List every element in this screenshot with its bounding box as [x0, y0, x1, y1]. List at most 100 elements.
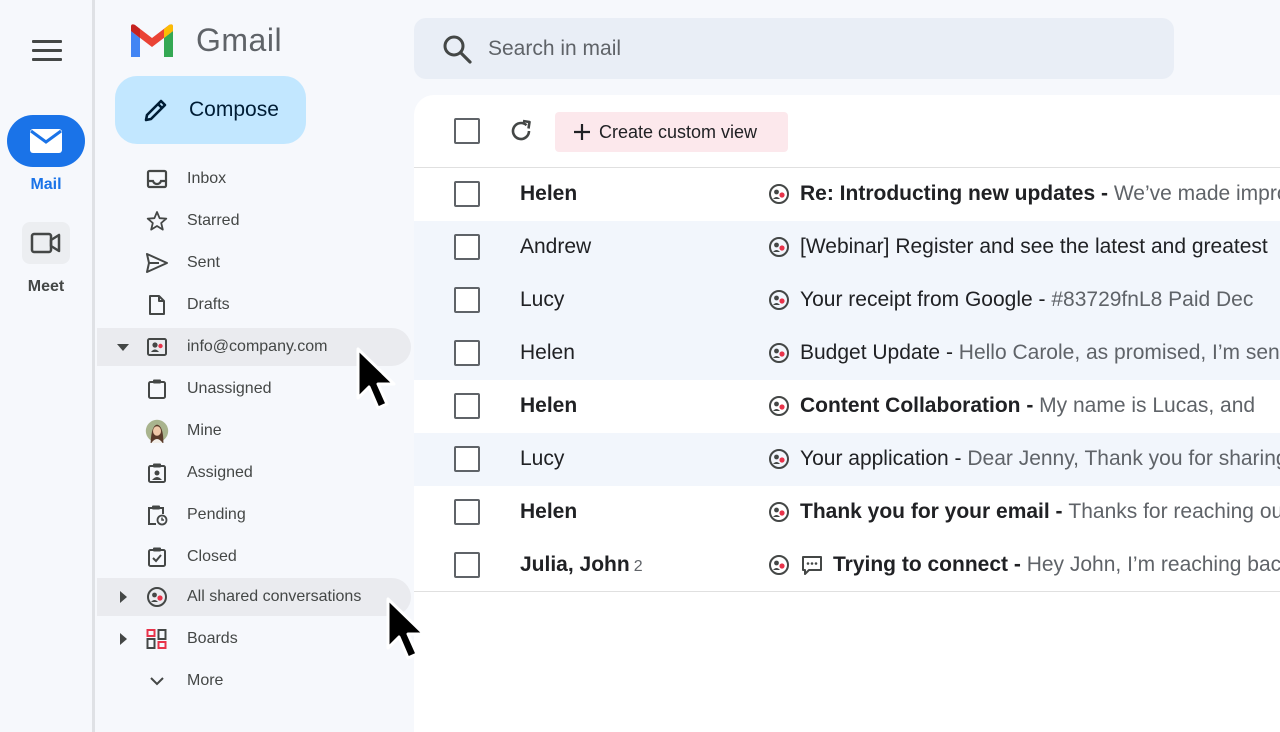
email-sender-names: Julia, John: [520, 553, 630, 576]
sidebar-item-shared-inbox[interactable]: info@company.com: [97, 328, 411, 366]
email-subject-line: Thank you for your email - Thanks for re…: [800, 500, 1280, 524]
email-snippet: We’ve made improvements: [1113, 182, 1280, 205]
assigned-icon: [145, 461, 169, 485]
sidebar-item-sent[interactable]: Sent: [97, 242, 413, 284]
email-row[interactable]: Helen Thank you for your email - Thanks …: [414, 486, 1280, 539]
select-all-checkbox[interactable]: [454, 118, 480, 144]
sidebar-item-label: All shared conversations: [187, 588, 362, 605]
email-row[interactable]: Andrew [Webinar] Register and see the la…: [414, 221, 1280, 274]
shared-conversation-icon: [769, 343, 789, 363]
email-sender: Lucy: [520, 288, 565, 311]
email-snippet: My name is Lucas, and: [1039, 394, 1256, 417]
sidebar-item-drafts[interactable]: Drafts: [97, 284, 413, 326]
sidebar-item-label: info@company.com: [187, 338, 328, 355]
email-row[interactable]: Helen Re: Introducting new updates - We’…: [414, 168, 1280, 221]
email-subject: Your application: [800, 447, 949, 470]
email-sender: Helen: [520, 394, 578, 417]
closed-icon: [145, 545, 169, 569]
pending-icon: [145, 503, 169, 527]
main-menu-icon[interactable]: [32, 40, 62, 62]
meet-app-button[interactable]: [22, 222, 70, 264]
row-checkbox[interactable]: [454, 499, 480, 525]
star-icon: [145, 209, 169, 233]
sidebar-item-label: Closed: [187, 548, 237, 565]
email-subject: Thank you for your email: [800, 500, 1050, 523]
sidebar-item-starred[interactable]: Starred: [97, 200, 413, 242]
avatar: [145, 419, 169, 443]
app-rail: Mail Meet: [0, 0, 95, 732]
chevron-down-icon: [149, 673, 165, 689]
email-subject-line: Content Collaboration - My name is Lucas…: [800, 394, 1255, 418]
sidebar-item-label: Pending: [187, 506, 246, 523]
email-subject-line: [Webinar] Register and see the latest an…: [800, 235, 1268, 259]
row-checkbox[interactable]: [454, 552, 480, 578]
draft-icon: [145, 293, 169, 317]
email-separator: -: [948, 447, 968, 470]
row-checkbox[interactable]: [454, 446, 480, 472]
shared-conversation-icon: [769, 502, 789, 522]
inbox-icon: [145, 167, 169, 191]
shared-conversation-icon: [769, 290, 789, 310]
gmail-wordmark: Gmail: [196, 22, 283, 58]
sidebar-item-label: Assigned: [187, 464, 253, 481]
refresh-icon[interactable]: [507, 117, 535, 145]
row-checkbox[interactable]: [454, 234, 480, 260]
row-checkbox[interactable]: [454, 340, 480, 366]
compose-button[interactable]: Compose: [115, 76, 306, 144]
email-subject: Content Collaboration: [800, 394, 1021, 417]
sidebar-item-label: Unassigned: [187, 380, 272, 397]
list-toolbar: Create custom view: [414, 95, 1280, 168]
email-sender: Andrew: [520, 235, 592, 258]
sidebar-nav: Inbox Starred Sent Drafts info@company.c…: [97, 158, 413, 702]
gmail-m-icon: [131, 23, 173, 57]
mail-app-button[interactable]: [7, 115, 85, 167]
shared-conversation-icon: [769, 237, 789, 257]
expand-caret-icon[interactable]: [115, 589, 131, 605]
sidebar-item-inbox[interactable]: Inbox: [97, 158, 413, 200]
search-bar[interactable]: [414, 18, 1174, 79]
search-icon[interactable]: [440, 32, 474, 66]
sidebar-item-label: Boards: [187, 630, 238, 647]
email-snippet: Hey John, I’m reaching back: [1026, 553, 1280, 576]
comment-icon: [802, 556, 822, 575]
email-subject: Your receipt from Google: [800, 288, 1033, 311]
email-row[interactable]: Helen Budget Update - Hello Carole, as p…: [414, 327, 1280, 380]
email-subject-line: Re: Introducting new updates - We’ve mad…: [800, 182, 1280, 206]
email-row[interactable]: Lucy Your application - Dear Jenny, Than…: [414, 433, 1280, 486]
shared-conversation-icon: [769, 184, 789, 204]
sidebar-item-assigned[interactable]: Assigned: [97, 452, 413, 494]
collapse-caret-icon[interactable]: [115, 339, 131, 355]
row-checkbox[interactable]: [454, 181, 480, 207]
email-sender: Helen: [520, 341, 575, 364]
sidebar-item-boards[interactable]: Boards: [97, 618, 413, 660]
email-subject-line: Trying to connect - Hey John, I’m reachi…: [833, 553, 1280, 577]
email-subject: [Webinar] Register and see the latest an…: [800, 235, 1268, 258]
email-subject: Trying to connect: [833, 553, 1009, 576]
create-custom-view-button[interactable]: Create custom view: [555, 112, 788, 152]
sidebar-item-mine[interactable]: Mine: [97, 410, 413, 452]
email-sender: Helen: [520, 182, 578, 205]
sidebar-item-label: Starred: [187, 212, 240, 229]
shared-conversations-icon: [145, 585, 169, 609]
sidebar-item-label: Drafts: [187, 296, 230, 313]
email-row[interactable]: Helen Content Collaboration - My name is…: [414, 380, 1280, 433]
sidebar-item-label: Sent: [187, 254, 220, 271]
search-input[interactable]: [488, 36, 1088, 61]
email-separator: -: [940, 341, 959, 364]
email-snippet: #83729fnL8 Paid Dec: [1051, 288, 1254, 311]
email-subject-line: Your application - Dear Jenny, Thank you…: [800, 447, 1280, 471]
sidebar-item-pending[interactable]: Pending: [97, 494, 413, 536]
gmail-logo[interactable]: Gmail: [128, 22, 282, 59]
email-row[interactable]: Lucy Your receipt from Google - #83729fn…: [414, 274, 1280, 327]
email-row[interactable]: Julia, John 2 Trying to connect - Hey Joh…: [414, 539, 1280, 592]
sidebar-item-more[interactable]: More: [97, 660, 413, 702]
sidebar-item-closed[interactable]: Closed: [97, 536, 413, 578]
video-camera-icon: [30, 232, 61, 254]
sidebar-item-unassigned[interactable]: Unassigned: [97, 368, 413, 410]
row-checkbox[interactable]: [454, 287, 480, 313]
email-snippet: Hello Carole, as promised, I’m sending: [958, 341, 1280, 364]
row-checkbox[interactable]: [454, 393, 480, 419]
mail-list-panel: Create custom view Helen Re: Introductin…: [414, 95, 1280, 732]
expand-caret-icon[interactable]: [115, 631, 131, 647]
sidebar-item-all-shared-conversations[interactable]: All shared conversations: [97, 578, 411, 616]
